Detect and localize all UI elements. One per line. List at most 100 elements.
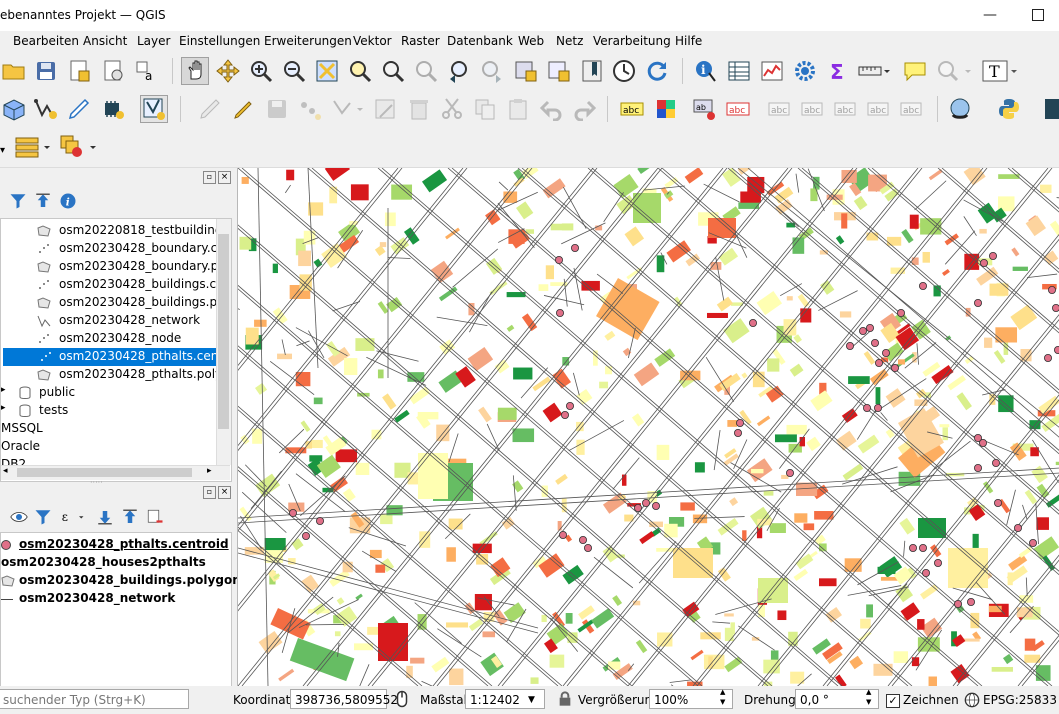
add-feature-button[interactable] <box>298 97 322 121</box>
minimize-button[interactable]: — <box>975 4 1005 26</box>
temporal-controller-button[interactable] <box>612 59 636 83</box>
toggle-editing-button[interactable] <box>140 95 168 123</box>
unpin-label-button[interactable]: abc <box>900 97 924 121</box>
zoom-out-button[interactable] <box>282 59 306 83</box>
layer-diagram-button[interactable] <box>654 97 678 121</box>
statistics-button[interactable] <box>760 59 784 83</box>
remove-layer-button[interactable] <box>146 508 164 526</box>
lock-scale-button[interactable] <box>557 691 573 707</box>
map-tips-button[interactable] <box>903 59 927 83</box>
scroll-thumb[interactable] <box>218 234 229 429</box>
copy-features-button[interactable] <box>473 97 497 121</box>
layer-tree-item[interactable]: osm20230428_pthalts.centroid <box>1 536 229 554</box>
digitize-button[interactable] <box>67 97 91 121</box>
map-canvas[interactable] <box>237 168 1059 686</box>
splitter-handle[interactable]: ····· <box>90 478 103 487</box>
cut-features-button[interactable] <box>440 97 464 121</box>
field-calculator-button[interactable]: Σ <box>826 59 850 83</box>
zoom-last-button[interactable] <box>447 59 471 83</box>
show-hide-labels-button[interactable]: abc <box>726 97 750 121</box>
open-project-button[interactable] <box>2 59 26 83</box>
browser-hscrollbar[interactable]: ◂ ▸ <box>1 465 230 480</box>
menu-erweiterungen[interactable]: Erweiterungen <box>264 34 352 48</box>
collapse-layers-button[interactable] <box>121 508 139 526</box>
vertex-tool-button[interactable] <box>331 97 363 121</box>
float-panel-button[interactable]: ▫ <box>203 171 216 184</box>
scale-combo[interactable]: 1:12402 ▼ <box>465 689 545 709</box>
menu-layer[interactable]: Layer <box>137 34 170 48</box>
filter-expression-button[interactable]: ε <box>58 508 90 526</box>
zoom-full-button[interactable] <box>315 59 339 83</box>
close-panel-button[interactable]: × <box>218 171 231 184</box>
browser-item[interactable]: osm20230428_buildings.polyg <box>1 294 231 312</box>
map-svg[interactable] <box>238 168 1059 686</box>
new-3d-view-button[interactable] <box>547 59 571 83</box>
properties-button[interactable]: i <box>59 192 77 210</box>
save-edits-button[interactable] <box>265 97 289 121</box>
close-layers-button[interactable]: × <box>218 486 231 499</box>
label-properties-button[interactable]: abc <box>867 97 891 121</box>
browser-item[interactable]: osm20230428_boundary.centro <box>1 240 231 258</box>
menu-ansicht[interactable]: Ansicht <box>83 34 127 48</box>
browser-vscrollbar[interactable] <box>216 219 231 465</box>
virtual-layer-button[interactable] <box>101 97 125 121</box>
data-source-manager-button[interactable] <box>2 97 26 121</box>
delete-selected-button[interactable] <box>407 97 431 121</box>
browser-item[interactable]: osm20230428_pthalts.centroid <box>3 348 231 366</box>
new-shapefile-button[interactable] <box>34 97 58 121</box>
scroll-left-icon[interactable]: ◂ <box>3 466 8 476</box>
crs-button[interactable] <box>964 692 980 708</box>
scroll-right-icon[interactable]: ▸ <box>207 466 212 476</box>
rotation-spinbox[interactable]: 0,0 ° ▲ ▼ <box>795 688 879 709</box>
layout-manager-button[interactable] <box>101 59 125 83</box>
menu-raster[interactable]: Raster <box>401 34 440 48</box>
extra-toolbar-button[interactable] <box>1045 97 1059 121</box>
zoom-native-button[interactable] <box>414 59 438 83</box>
zoom-to-selection-button[interactable] <box>348 59 372 83</box>
layer-labeling-button[interactable]: abc <box>620 97 644 121</box>
change-label-button[interactable]: abc <box>834 97 858 121</box>
browser-item[interactable]: osm20230428_pthalts.polygon <box>1 366 231 384</box>
layer-tree-item[interactable]: osm20230428_network <box>1 590 229 608</box>
maximize-button[interactable] <box>1023 4 1053 26</box>
zoom-in-button[interactable] <box>249 59 273 83</box>
float-layers-button[interactable]: ▫ <box>203 486 216 499</box>
menu-vektor[interactable]: Vektor <box>353 34 392 48</box>
paste-features-button[interactable] <box>506 97 530 121</box>
locator-search-input[interactable]: suchender Typ (Strg+K) <box>0 689 189 709</box>
menu-netz[interactable]: Netz <box>556 34 583 48</box>
expand-all-button[interactable] <box>96 508 114 526</box>
pan-map-button[interactable] <box>181 57 209 85</box>
identify-features-button[interactable]: i <box>694 59 718 83</box>
menu-web[interactable]: Web <box>518 34 544 48</box>
menu-einstellungen[interactable]: Einstellungen <box>179 34 260 48</box>
magnifier-spinbox[interactable]: 100% ▲ ▼ <box>649 688 733 709</box>
attribute-table-button[interactable] <box>727 59 751 83</box>
settings-button[interactable] <box>793 59 817 83</box>
menu-hilfe[interactable]: Hilfe <box>675 34 702 48</box>
filter-legend-button[interactable] <box>34 508 52 526</box>
deselect-features-button[interactable] <box>60 135 100 159</box>
text-annotation-button[interactable]: T <box>982 59 1020 83</box>
move-label-button[interactable]: abc <box>768 97 792 121</box>
pin-labels-button[interactable]: ab <box>693 97 717 121</box>
browser-item[interactable]: osm20230428_boundary.polyg <box>1 258 231 276</box>
layer-tree-item[interactable]: osm20230428_houses2pthalts <box>1 554 229 572</box>
refresh-button[interactable] <box>645 59 669 83</box>
current-edits-button[interactable] <box>198 97 222 121</box>
undo-button[interactable] <box>540 97 564 121</box>
plugins-button[interactable] <box>948 97 972 121</box>
expand-arrow-icon[interactable]: ▸ <box>1 385 6 395</box>
new-print-layout-button[interactable] <box>67 59 91 83</box>
manage-visibility-button[interactable] <box>10 508 30 526</box>
collapse-all-button[interactable] <box>34 192 52 210</box>
menu-verarbeitung[interactable]: Verarbeitung <box>593 34 671 48</box>
menu-datenbank[interactable]: Datenbank <box>447 34 513 48</box>
toggle-pen-button[interactable] <box>232 97 256 121</box>
browser-item[interactable]: osm20220818_testbuilding.pol <box>1 222 231 240</box>
browser-item[interactable]: osm20230428_network <box>1 312 216 330</box>
zoom-to-layer-button[interactable] <box>381 59 405 83</box>
browser-item[interactable]: osm20230428_node <box>1 330 216 348</box>
pan-to-selection-button[interactable] <box>216 59 240 83</box>
style-manager-button[interactable]: a <box>134 59 158 83</box>
